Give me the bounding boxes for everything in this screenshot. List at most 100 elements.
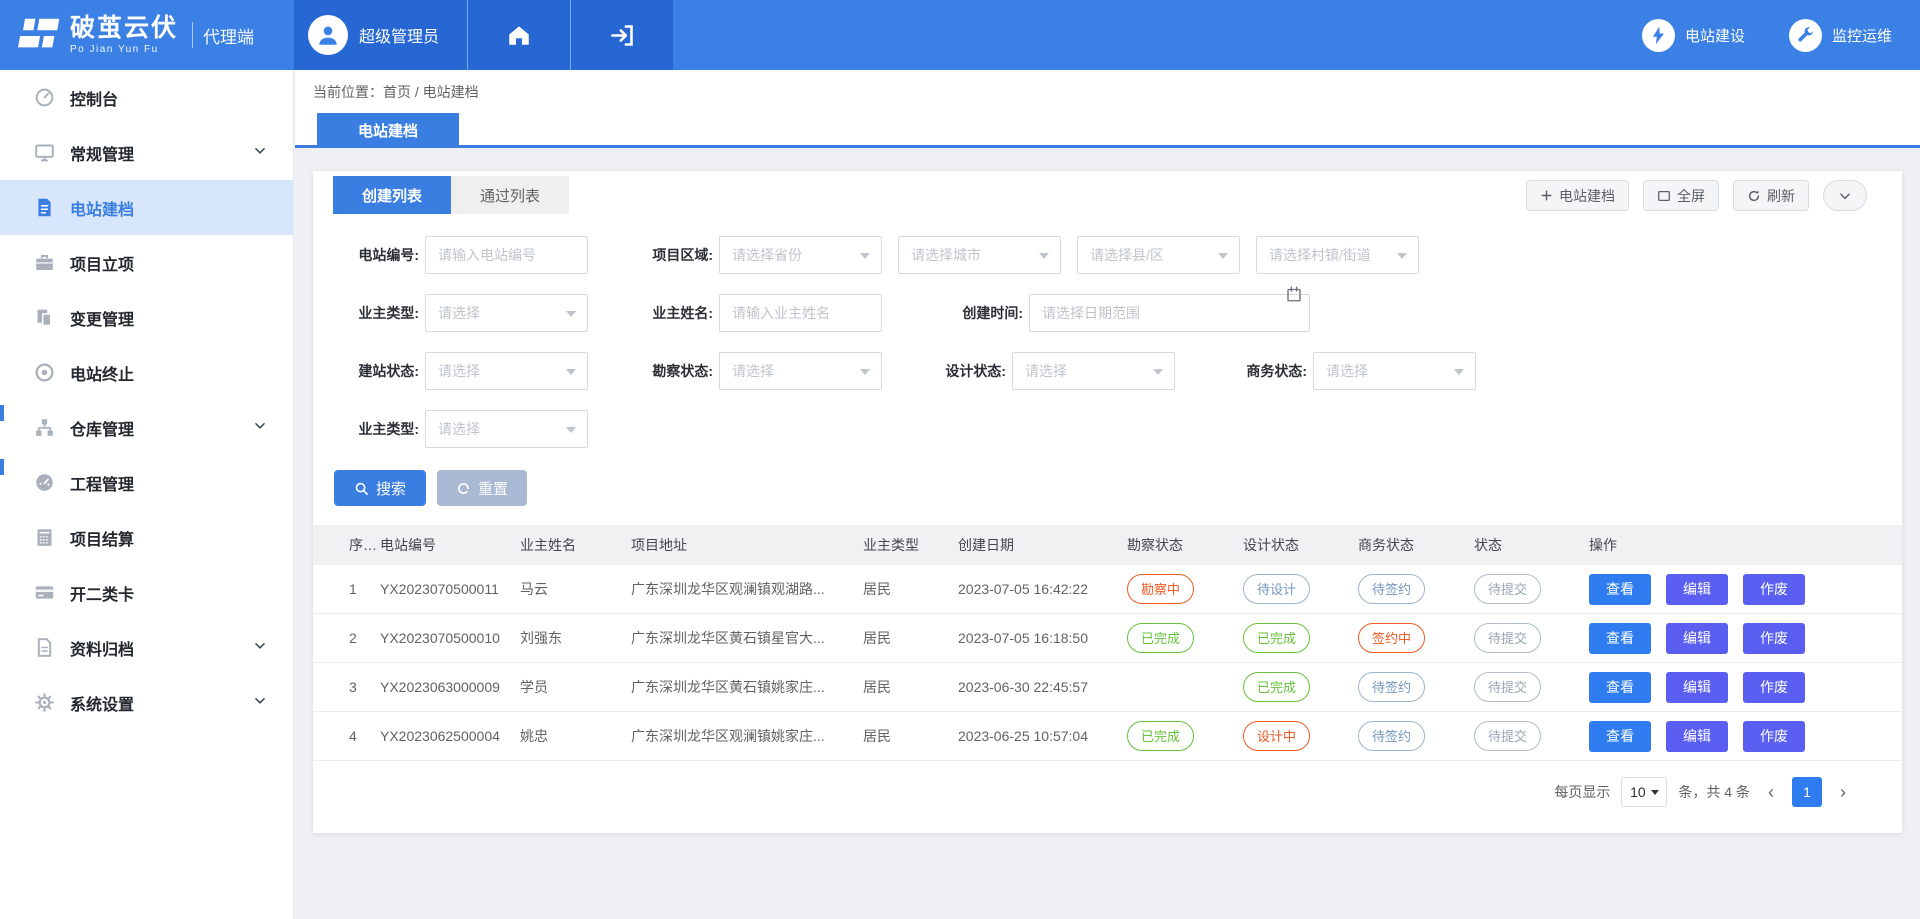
county-select[interactable]: 请选择县/区: [1077, 236, 1240, 274]
date-range-input[interactable]: [1042, 305, 1297, 321]
next-page-button[interactable]: ›: [1833, 777, 1853, 807]
sidebar-item-station-archive[interactable]: 电站建档: [0, 180, 293, 235]
view-button[interactable]: 查看: [1589, 721, 1651, 752]
station-code-input[interactable]: [438, 247, 575, 263]
edit-button[interactable]: 编辑: [1666, 574, 1728, 605]
reset-button[interactable]: 重置: [437, 470, 527, 506]
status-badge: 待提交: [1474, 672, 1541, 702]
refresh-label: 刷新: [1767, 186, 1795, 206]
col-type: 业主类型: [863, 535, 958, 555]
main-panel: 创建列表 通过列表 电站建档 全屏 刷新 电站编号: 项目区域: 请选择省份 请…: [313, 171, 1902, 833]
city-select[interactable]: 请选择城市: [898, 236, 1061, 274]
void-button[interactable]: 作废: [1743, 574, 1805, 605]
business-status-select[interactable]: 请选择: [1313, 352, 1476, 390]
owner-type-select[interactable]: 请选择: [425, 294, 588, 332]
sidebar-item-system-settings[interactable]: 系统设置: [0, 675, 293, 730]
total-count-label: 条，共 4 条: [1678, 782, 1750, 802]
owner-name-input[interactable]: [732, 305, 869, 321]
edit-button[interactable]: 编辑: [1666, 672, 1728, 703]
home-button[interactable]: [468, 0, 570, 70]
nav-station-build[interactable]: 电站建设: [1642, 19, 1745, 52]
sidebar-item-warehouse-mgmt[interactable]: 仓库管理: [0, 400, 293, 455]
tab-create-list[interactable]: 创建列表: [333, 176, 451, 214]
pagination: 每页显示 10 条，共 4 条 ‹ 1 ›: [1554, 777, 1853, 807]
lightning-icon: [1642, 19, 1675, 52]
per-page-label: 每页显示: [1554, 782, 1610, 802]
fullscreen-button[interactable]: 全屏: [1643, 180, 1719, 211]
view-button[interactable]: 查看: [1589, 672, 1651, 703]
edit-button[interactable]: 编辑: [1666, 623, 1728, 654]
create-station-button[interactable]: 电站建档: [1526, 180, 1629, 211]
search-button[interactable]: 搜索: [334, 470, 426, 506]
col-seq: 序号: [349, 535, 380, 555]
per-page-select[interactable]: 10: [1621, 777, 1667, 807]
prev-page-button[interactable]: ‹: [1761, 777, 1781, 807]
sidebar-item-label: 电站建档: [70, 196, 134, 220]
user-menu[interactable]: 超级管理员: [294, 0, 467, 70]
view-button[interactable]: 查看: [1589, 623, 1651, 654]
reset-icon: [456, 481, 471, 496]
tab-passed-list[interactable]: 通过列表: [451, 176, 569, 214]
sidebar-item-label: 资料归档: [70, 636, 134, 660]
filter-design-status: 设计状态: 请选择: [921, 352, 1175, 390]
void-button[interactable]: 作废: [1743, 672, 1805, 703]
owner-type-select-2[interactable]: 请选择: [425, 410, 588, 448]
breadcrumb-prefix: 当前位置：: [313, 84, 383, 100]
filter-label: 业主姓名:: [628, 303, 713, 323]
filter-owner-name: 业主姓名:: [628, 294, 882, 332]
province-select[interactable]: 请选择省份: [719, 236, 882, 274]
province-placeholder: 请选择省份: [732, 245, 802, 265]
create-station-label: 电站建档: [1559, 186, 1615, 206]
filter-label: 业主类型:: [334, 303, 419, 323]
sidebar-item-console[interactable]: 控制台: [0, 70, 293, 125]
status-badge: 已完成: [1243, 672, 1310, 702]
table-row: 3 YX2023063000009 学员 广东深圳龙华区黄石镇姚家庄... 居民…: [313, 663, 1902, 712]
sidebar-accent-mark: [0, 459, 4, 475]
sidebar-item-label: 仓库管理: [70, 416, 134, 440]
sidebar-item-project-settlement[interactable]: 项目结算: [0, 510, 293, 565]
build-status-select[interactable]: 请选择: [425, 352, 588, 390]
status-badge: 签约中: [1358, 623, 1425, 653]
view-button[interactable]: 查看: [1589, 574, 1651, 605]
sidebar-item-label: 电站终止: [70, 361, 134, 385]
void-button[interactable]: 作废: [1743, 623, 1805, 654]
page-number-1[interactable]: 1: [1792, 777, 1822, 807]
sidebar-item-project-initiation[interactable]: 项目立项: [0, 235, 293, 290]
sidebar-item-general-mgmt[interactable]: 常规管理: [0, 125, 293, 180]
calendar-icon: [1285, 285, 1303, 306]
wrench-icon: [1789, 19, 1822, 52]
town-select[interactable]: 请选择村镇/街道: [1256, 236, 1419, 274]
logo-title: 破茧云伏: [70, 16, 178, 41]
sidebar-item-change-mgmt[interactable]: 变更管理: [0, 290, 293, 345]
city-placeholder: 请选择城市: [911, 245, 981, 265]
refresh-button[interactable]: 刷新: [1733, 180, 1809, 211]
card-icon: [33, 582, 55, 604]
sidebar: 控制台 常规管理 电站建档 项目立项 变更管理 电站终止 仓库管理 工程管理 项…: [0, 70, 294, 919]
stations-table: 序号 电站编号 业主姓名 项目地址 业主类型 创建日期 勘察状态 设计状态 商务…: [313, 525, 1902, 761]
status-badge: 待签约: [1358, 721, 1425, 751]
void-button[interactable]: 作废: [1743, 721, 1805, 752]
status-badge: 待提交: [1474, 721, 1541, 751]
sidebar-item-class2-card[interactable]: 开二类卡: [0, 565, 293, 620]
filter-survey-status: 勘察状态: 请选择: [628, 352, 882, 390]
table-row: 1 YX2023070500011 马云 广东深圳龙华区观澜镇观湖路... 居民…: [313, 565, 1902, 614]
sidebar-item-label: 常规管理: [70, 141, 134, 165]
survey-status-select[interactable]: 请选择: [719, 352, 882, 390]
sidebar-item-data-archive[interactable]: 资料归档: [0, 620, 293, 675]
sidebar-item-engineering-mgmt[interactable]: 工程管理: [0, 455, 293, 510]
table-row: 4 YX2023062500004 姚忠 广东深圳龙华区观澜镇姚家庄... 居民…: [313, 712, 1902, 761]
nav-monitor-ops[interactable]: 监控运维: [1789, 19, 1892, 52]
col-address: 项目地址: [631, 535, 863, 555]
briefcase-icon: [33, 252, 55, 274]
col-created: 创建日期: [958, 535, 1127, 555]
edit-button[interactable]: 编辑: [1666, 721, 1728, 752]
dashboard-icon: [33, 87, 55, 109]
filter-station-code: 电站编号:: [334, 236, 588, 274]
page-title-tab[interactable]: 电站建档: [317, 113, 459, 148]
design-status-select[interactable]: 请选择: [1012, 352, 1175, 390]
filter-business-status: 商务状态: 请选择: [1222, 352, 1476, 390]
sidebar-item-station-termination[interactable]: 电站终止: [0, 345, 293, 400]
logout-button[interactable]: [571, 0, 673, 70]
sidebar-accent-mark: [0, 405, 4, 421]
collapse-toolbar-button[interactable]: [1823, 180, 1867, 211]
